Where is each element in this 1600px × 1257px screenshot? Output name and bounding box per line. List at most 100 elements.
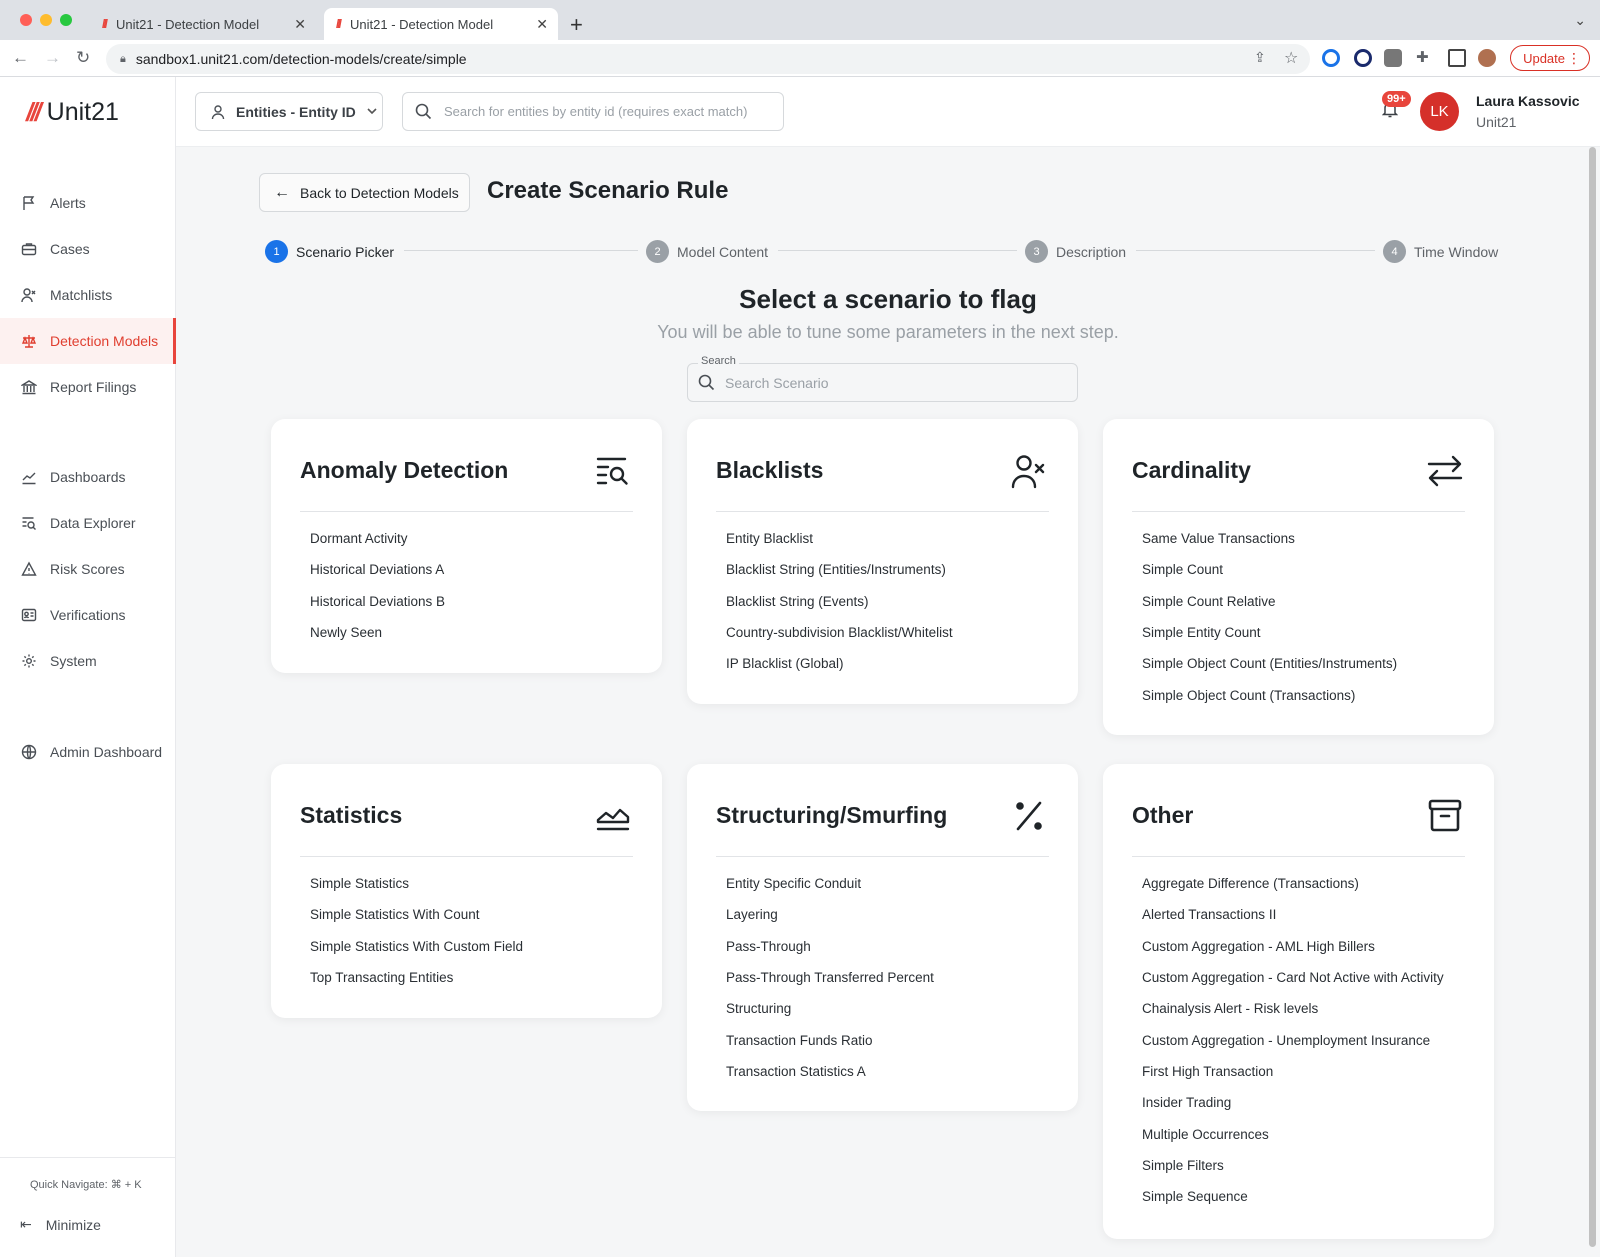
scenario-item[interactable]: Simple Count Relative: [1142, 586, 1474, 617]
browser-tab-active[interactable]: /// Unit21 - Detection Model ✕: [324, 8, 558, 40]
scenario-list: Simple Statistics Simple Statistics With…: [310, 868, 642, 993]
forward-arrow-icon[interactable]: →: [44, 48, 61, 68]
entity-search-input[interactable]: Search for entities by entity id (requir…: [402, 92, 784, 131]
scenario-item[interactable]: Historical Deviations B: [310, 586, 642, 617]
window-zoom-button[interactable]: [60, 14, 72, 26]
scenario-item[interactable]: Dormant Activity: [310, 523, 642, 554]
scenario-item[interactable]: Simple Object Count (Transactions): [1142, 679, 1474, 710]
scenario-item[interactable]: Layering: [726, 899, 1058, 930]
scenario-item[interactable]: Pass-Through Transferred Percent: [726, 962, 1058, 993]
entity-type-selector[interactable]: Entities - Entity ID: [195, 92, 383, 131]
window-close-button[interactable]: [20, 14, 32, 26]
chart-area-icon: [595, 798, 631, 834]
scenario-item[interactable]: Transaction Funds Ratio: [726, 1024, 1058, 1055]
scenario-item[interactable]: Insider Trading: [1142, 1087, 1474, 1118]
avatar[interactable]: LK: [1420, 92, 1459, 131]
sidebar-item-data-explorer[interactable]: Data Explorer: [0, 500, 176, 546]
sidebar-toggle-icon[interactable]: [1448, 49, 1466, 67]
step-scenario-picker[interactable]: 1 Scenario Picker: [265, 240, 405, 263]
scenario-item[interactable]: IP Blacklist (Global): [726, 648, 1058, 679]
scenario-item[interactable]: Top Transacting Entities: [310, 962, 642, 993]
scenario-search-input[interactable]: Search Search Scenario: [687, 355, 1078, 402]
list-search-icon: [20, 514, 38, 532]
scenario-item[interactable]: Simple Sequence: [1142, 1181, 1474, 1212]
unit21-logo[interactable]: /// Unit21: [26, 97, 119, 128]
sidebar-item-cases[interactable]: Cases: [0, 226, 176, 272]
sidebar-item-admin-dashboard[interactable]: Admin Dashboard: [0, 729, 176, 775]
scenario-item[interactable]: Simple Filters: [1142, 1150, 1474, 1181]
step-model-content[interactable]: 2 Model Content: [638, 240, 779, 263]
scenario-item[interactable]: Blacklist String (Events): [726, 586, 1058, 617]
scenario-item[interactable]: Custom Aggregation - AML High Billers: [1142, 931, 1474, 962]
browser-tab[interactable]: /// Unit21 - Detection Model ✕: [90, 8, 316, 40]
sidebar-item-alerts[interactable]: Alerts: [0, 180, 176, 226]
extension-icon[interactable]: [1354, 49, 1372, 67]
sidebar-item-detection-models[interactable]: Detection Models: [0, 318, 176, 364]
sidebar-item-verifications[interactable]: Verifications: [0, 592, 176, 638]
scenario-item[interactable]: Newly Seen: [310, 617, 642, 648]
scenario-item[interactable]: Custom Aggregation - Card Not Active wit…: [1142, 962, 1474, 993]
step-number: 1: [265, 240, 288, 263]
scenario-item[interactable]: Simple Statistics With Custom Field: [310, 931, 642, 962]
arrows-exchange-icon: [1427, 453, 1463, 489]
scenario-item[interactable]: Aggregate Difference (Transactions): [1142, 868, 1474, 899]
profile-avatar[interactable]: [1478, 49, 1496, 67]
scenario-item[interactable]: Country-subdivision Blacklist/Whitelist: [726, 617, 1058, 648]
scenario-item[interactable]: Simple Statistics: [310, 868, 642, 899]
step-label: Time Window: [1414, 243, 1499, 260]
scenario-item[interactable]: Entity Specific Conduit: [726, 868, 1058, 899]
back-to-detection-models-button[interactable]: ← Back to Detection Models: [259, 173, 470, 212]
tab-search-chevron-icon[interactable]: ⌄: [1574, 12, 1586, 29]
step-description[interactable]: 3 Description: [1017, 240, 1137, 263]
scenario-item[interactable]: Historical Deviations A: [310, 554, 642, 585]
extension-icon[interactable]: [1384, 49, 1402, 67]
scenario-item[interactable]: Transaction Statistics A: [726, 1056, 1058, 1087]
card-divider: [300, 856, 633, 857]
scenario-item[interactable]: Simple Entity Count: [1142, 617, 1474, 648]
extension-icon[interactable]: [1322, 49, 1340, 67]
window-minimize-button[interactable]: [40, 14, 52, 26]
share-icon[interactable]: ⇪: [1254, 49, 1266, 66]
scenario-item[interactable]: Pass-Through: [726, 931, 1058, 962]
new-tab-icon[interactable]: +: [570, 12, 583, 38]
sidebar-item-matchlists[interactable]: Matchlists: [0, 272, 176, 318]
bookmark-star-icon[interactable]: ☆: [1284, 48, 1298, 68]
user-name[interactable]: Laura Kassovic: [1476, 93, 1580, 109]
card-title: Blacklists: [716, 457, 824, 483]
address-bar[interactable]: 🔒︎ sandbox1.unit21.com/detection-models/…: [106, 44, 1310, 74]
scenario-item[interactable]: Simple Statistics With Count: [310, 899, 642, 930]
search-field-label: Search: [698, 355, 739, 367]
scenario-item[interactable]: Blacklist String (Entities/Instruments): [726, 554, 1058, 585]
scenario-item[interactable]: Entity Blacklist: [726, 523, 1058, 554]
sidebar-item-dashboards[interactable]: Dashboards: [0, 454, 176, 500]
sidebar-item-risk-scores[interactable]: Risk Scores: [0, 546, 176, 592]
close-tab-icon[interactable]: ✕: [294, 16, 306, 33]
minimize-sidebar-button[interactable]: ⇤ Minimize: [20, 1216, 101, 1233]
sidebar-item-report-filings[interactable]: Report Filings: [0, 364, 176, 410]
scenario-list: Aggregate Difference (Transactions) Aler…: [1142, 868, 1474, 1212]
scenario-item[interactable]: Multiple Occurrences: [1142, 1118, 1474, 1149]
scenario-item[interactable]: Structuring: [726, 993, 1058, 1024]
card-title: Structuring/Smurfing: [716, 802, 948, 828]
back-arrow-icon[interactable]: ←: [12, 48, 29, 68]
scenario-item[interactable]: Alerted Transactions II: [1142, 899, 1474, 930]
close-tab-icon[interactable]: ✕: [536, 16, 548, 33]
scenario-item[interactable]: Custom Aggregation - Unemployment Insura…: [1142, 1024, 1474, 1055]
sidebar-item-label: Data Explorer: [50, 515, 136, 531]
scenario-item[interactable]: Simple Count: [1142, 554, 1474, 585]
scenario-item[interactable]: Simple Object Count (Entities/Instrument…: [1142, 648, 1474, 679]
reload-icon[interactable]: ↻: [76, 48, 90, 68]
unit21-favicon-icon: ///: [336, 17, 342, 31]
scenario-item[interactable]: Chainalysis Alert - Risk levels: [1142, 993, 1474, 1024]
sidebar-item-system[interactable]: System: [0, 638, 176, 684]
category-card-cardinality: Cardinality Same Value Transactions Simp…: [1103, 419, 1494, 735]
sidebar-item-label: System: [50, 653, 97, 669]
step-time-window[interactable]: 4 Time Window: [1375, 240, 1499, 263]
scenario-item[interactable]: First High Transaction: [1142, 1056, 1474, 1087]
briefcase-icon: [20, 240, 38, 258]
browser-update-button[interactable]: Update ⋮: [1510, 45, 1590, 71]
puzzle-icon[interactable]: ✚: [1416, 48, 1429, 66]
scenario-item[interactable]: Same Value Transactions: [1142, 523, 1474, 554]
percent-icon: [1011, 798, 1047, 834]
vertical-scrollbar[interactable]: [1589, 147, 1596, 1247]
